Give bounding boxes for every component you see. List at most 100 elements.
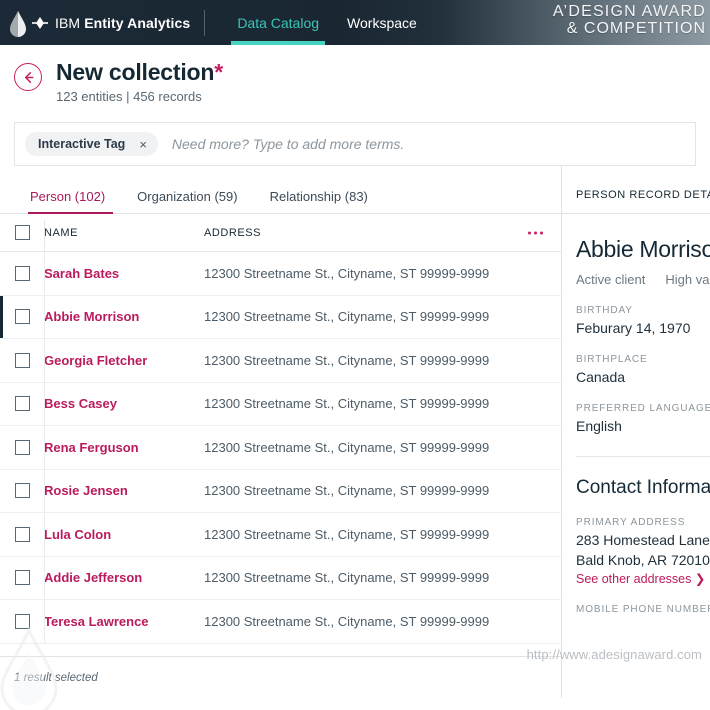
table-row[interactable]: Sarah Bates 12300 Streetname St., Citynam… xyxy=(0,252,561,296)
row-checkbox[interactable] xyxy=(14,352,30,368)
row-checkbox[interactable] xyxy=(14,483,30,499)
row-address: 12300 Streetname St., Cityname, ST 99999… xyxy=(204,352,490,368)
row-checkbox[interactable] xyxy=(14,570,30,586)
tab-relationship[interactable]: Relationship (83) xyxy=(254,189,384,213)
row-select-cell xyxy=(0,352,44,368)
detail-field-birthday-value: Feburary 14, 1970 xyxy=(576,320,691,336)
row-select-cell xyxy=(0,613,44,629)
row-name-link[interactable]: Bess Casey xyxy=(44,396,204,411)
row-checkbox[interactable] xyxy=(14,265,30,281)
table-column-divider xyxy=(44,556,45,599)
row-checkbox[interactable] xyxy=(14,613,30,629)
row-address: 12300 Streetname St., Cityname, ST 99999… xyxy=(204,613,490,629)
row-address: 12300 Streetname St., Cityname, ST 99999… xyxy=(204,265,490,281)
row-checkbox[interactable] xyxy=(14,439,30,455)
row-name-link[interactable]: Abbie Morrison xyxy=(44,309,204,324)
table-column-divider xyxy=(44,426,45,469)
arrow-left-icon xyxy=(24,71,33,83)
app-root: IBM Entity Analytics Data Catalog Worksp… xyxy=(0,0,710,710)
table-row[interactable]: Addie Jefferson 12300 Streetname St., Cit… xyxy=(0,556,561,600)
tab-organization-label: Organization (59) xyxy=(137,189,238,204)
detail-address-line-1: 283 Homestead Lane xyxy=(576,532,710,548)
select-all-cell xyxy=(0,225,44,240)
row-address: 12300 Streetname St., Cityname, ST 99999… xyxy=(204,570,490,586)
detail-field-language: PREFERRED LANGUAGE English xyxy=(576,403,710,434)
nav-divider xyxy=(204,9,206,36)
search-bar[interactable]: Interactive Tag × xyxy=(14,122,696,166)
row-name-link[interactable]: Addie Jefferson xyxy=(44,570,204,585)
nav-tab-data-catalog-label: Data Catalog xyxy=(237,14,320,31)
ibm-drop-logo-icon xyxy=(8,10,28,37)
table-row[interactable]: Bess Casey 12300 Streetname St., Cityname… xyxy=(0,382,561,426)
row-address: 12300 Streetname St., Cityname, ST 99999… xyxy=(204,526,490,542)
table-row[interactable]: Rosie Jensen 12300 Streetname St., Cityna… xyxy=(0,469,561,513)
row-checkbox[interactable] xyxy=(14,309,30,325)
table-row[interactable]: Rena Ferguson 12300 Streetname St., Cityn… xyxy=(0,426,561,470)
table-column-divider xyxy=(44,600,45,643)
row-address: 12300 Streetname St., Cityname, ST 99999… xyxy=(204,396,490,412)
table-row[interactable]: Georgia Fletcher 12300 Streetname St., Ci… xyxy=(0,339,561,383)
row-name-link[interactable]: Georgia Fletcher xyxy=(44,353,204,368)
adesign-award-logo: A’DESIGN AWARD & COMPETITION xyxy=(553,3,706,38)
back-button[interactable] xyxy=(14,63,42,91)
page-header: New collection* 123 entities | 456 recor… xyxy=(0,45,710,108)
close-icon[interactable]: × xyxy=(139,138,147,151)
detail-field-primary-address-label: PRIMARY ADDRESS xyxy=(576,517,686,528)
ibm-diamond-icon xyxy=(32,15,48,31)
detail-field-language-label: PREFERRED LANGUAGE xyxy=(576,403,710,414)
page-title-modified-marker: * xyxy=(214,59,223,85)
award-line-2: & COMPETITION xyxy=(566,19,706,37)
table-row[interactable]: Lula Colon 12300 Streetname St., Cityname… xyxy=(0,513,561,557)
detail-section-contact-information: Contact Information xyxy=(576,477,710,498)
nav-tab-data-catalog[interactable]: Data Catalog xyxy=(223,0,333,45)
column-header-address[interactable]: ADDRESS xyxy=(204,227,561,239)
table-row[interactable]: Teresa Lawrence 12300 Streetname St., Cit… xyxy=(0,600,561,644)
brand-product-label: Entity Analytics xyxy=(84,14,191,31)
detail-field-birthplace: BIRTHPLACE Canada xyxy=(576,354,710,385)
detail-divider xyxy=(576,456,710,457)
tab-organization[interactable]: Organization (59) xyxy=(121,189,253,213)
nav-tab-workspace[interactable]: Workspace xyxy=(333,0,431,45)
kebab-dot xyxy=(534,231,537,234)
kebab-dot xyxy=(540,231,543,234)
table-header-row: NAME ADDRESS xyxy=(0,214,561,252)
row-select-cell xyxy=(0,309,44,325)
search-input[interactable] xyxy=(171,136,685,152)
table-column-divider xyxy=(44,252,45,295)
row-checkbox[interactable] xyxy=(14,396,30,412)
detail-tag-status: Active client xyxy=(576,272,646,287)
status-bar-text: 1 result selected xyxy=(14,671,98,684)
search-chip-interactive-tag[interactable]: Interactive Tag × xyxy=(25,132,158,156)
detail-pane-title: PERSON RECORD DETAILS xyxy=(576,188,710,201)
see-other-addresses-link[interactable]: See other addresses ❯ xyxy=(576,571,710,586)
row-address: 12300 Streetname St., Cityname, ST 99999… xyxy=(204,439,490,455)
row-name-link[interactable]: Teresa Lawrence xyxy=(44,614,204,629)
detail-record-name: Abbie Morrison xyxy=(576,236,710,262)
row-name-link[interactable]: Rena Ferguson xyxy=(44,440,204,455)
table-row[interactable]: Abbie Morrison 12300 Streetname St., City… xyxy=(0,295,561,339)
row-name-link[interactable]: Lula Colon xyxy=(44,527,204,542)
entity-list-pane: Person (102) Organization (59) Relations… xyxy=(0,166,562,698)
detail-field-birthplace-label: BIRTHPLACE xyxy=(576,354,648,365)
kebab-menu-icon[interactable] xyxy=(528,231,543,234)
top-navigation-bar: IBM Entity Analytics Data Catalog Worksp… xyxy=(0,0,710,45)
select-all-checkbox[interactable] xyxy=(14,225,30,240)
tab-person[interactable]: Person (102) xyxy=(22,189,121,214)
row-name-link[interactable]: Sarah Bates xyxy=(44,266,204,281)
tab-relationship-label: Relationship (83) xyxy=(269,189,368,204)
detail-field-birthday-label: BIRTHDAY xyxy=(576,305,633,316)
table-column-divider xyxy=(44,513,45,556)
detail-field-birthplace-value: Canada xyxy=(576,369,626,385)
person-record-detail-pane: PERSON RECORD DETAILS Abbie Morrison Act… xyxy=(562,166,710,698)
brand-area[interactable]: IBM Entity Analytics xyxy=(0,0,190,45)
detail-field-language-value: English xyxy=(576,418,622,434)
column-header-name[interactable]: NAME xyxy=(44,227,204,239)
detail-field-mobile-phone-label: MOBILE PHONE NUMBER xyxy=(576,604,710,615)
detail-pane-header: PERSON RECORD DETAILS xyxy=(562,176,710,214)
row-checkbox[interactable] xyxy=(14,526,30,542)
row-address: 12300 Streetname St., Cityname, ST 99999… xyxy=(204,483,490,499)
row-select-cell xyxy=(0,439,44,455)
row-select-cell xyxy=(0,396,44,412)
table-column-divider xyxy=(44,339,45,382)
row-name-link[interactable]: Rosie Jensen xyxy=(44,483,204,498)
